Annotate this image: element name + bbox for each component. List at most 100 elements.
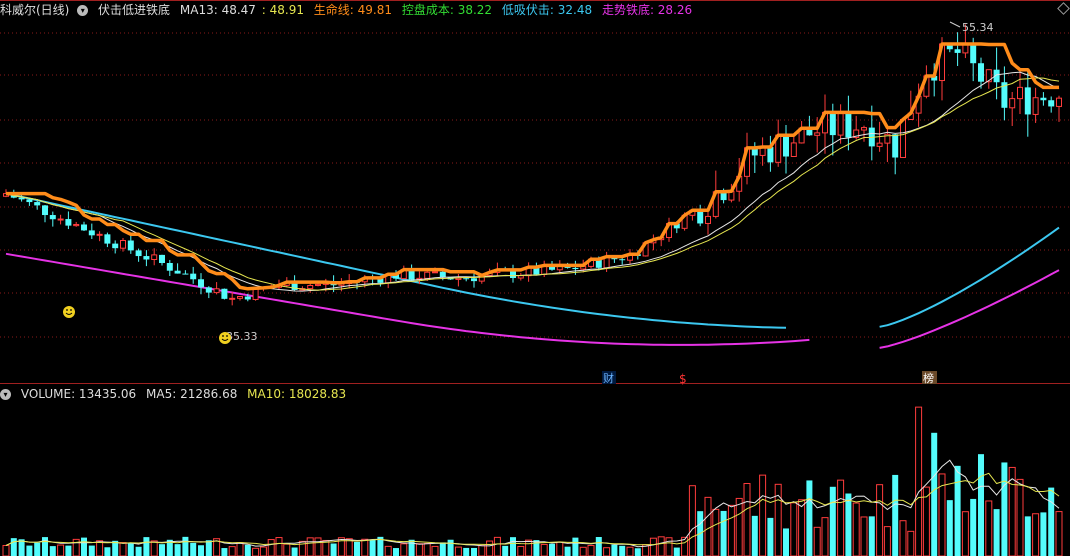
volume-bar[interactable] [1016,478,1024,556]
volume-bar[interactable] [2,544,10,556]
volume-bar[interactable] [471,547,477,556]
volume-bar[interactable] [688,485,696,556]
candle-body[interactable] [221,288,228,299]
volume-bar[interactable] [400,543,408,556]
candle-body[interactable] [892,134,899,158]
volume-bar[interactable] [704,496,712,556]
candle-body[interactable] [112,243,119,249]
volume-bar[interactable] [845,493,852,556]
volume-bar[interactable] [712,508,720,556]
candle-body[interactable] [619,259,626,261]
volume-bar[interactable] [821,517,829,556]
volume-bar[interactable] [572,537,579,556]
candle-body[interactable] [307,284,314,290]
candle-body[interactable] [814,132,821,136]
candle-body[interactable] [970,44,977,64]
candle-body[interactable] [42,205,48,216]
candle-body[interactable] [1009,98,1016,109]
volume-bar[interactable] [330,543,337,556]
volume-bar[interactable] [65,545,72,556]
volume-bar[interactable] [57,544,65,556]
candle-body[interactable] [81,224,87,231]
candle-body[interactable] [88,230,95,236]
candle-body[interactable] [96,233,103,236]
volume-bar[interactable] [478,545,486,556]
volume-bar[interactable] [384,545,392,556]
volume-bar[interactable] [540,543,548,556]
candle-body[interactable] [845,113,852,138]
volume-bar[interactable] [306,537,314,556]
candle-body[interactable] [26,199,33,203]
volume-bar[interactable] [720,510,727,556]
volume-bar[interactable] [1024,516,1031,556]
volume-bar[interactable] [81,537,87,556]
candle-body[interactable] [439,271,446,278]
volume-bar[interactable] [393,548,399,556]
volume-bar[interactable] [549,543,555,556]
volume-bar[interactable] [1040,512,1047,556]
volume-bar[interactable] [743,483,751,556]
candle-body[interactable] [572,267,579,270]
candle-body[interactable] [1040,97,1047,101]
volume-bar[interactable] [595,537,602,556]
candle-body[interactable] [463,278,470,280]
volume-bar[interactable] [198,545,204,556]
candle-body[interactable] [237,296,243,299]
volume-bar[interactable] [221,548,228,556]
volume-bar[interactable] [119,542,127,556]
candle-body[interactable] [182,273,189,275]
volume-bar[interactable] [1048,487,1055,556]
volume-bar[interactable] [150,540,158,556]
volume-bar[interactable] [267,539,275,556]
volume-bar[interactable] [314,537,322,556]
volume-bar[interactable] [978,454,984,556]
candle-body[interactable] [705,215,711,224]
volume-bar[interactable] [970,498,977,556]
candlesticks[interactable] [3,24,1062,306]
volume-bar[interactable] [345,538,353,556]
volume-bar[interactable] [649,537,657,556]
volume-bar[interactable] [517,545,525,556]
volume-bar[interactable] [135,546,142,556]
volume-bars[interactable] [2,406,1063,556]
candle-body[interactable] [229,297,236,300]
volume-bar[interactable] [806,480,813,556]
volume-bar[interactable] [790,502,798,556]
volume-bar[interactable] [228,546,236,556]
volume-bar[interactable] [603,547,611,556]
volume-bar[interactable] [611,544,618,556]
volume-bar[interactable] [587,544,595,556]
volume-bar[interactable] [510,537,516,556]
volume-bar[interactable] [252,547,260,556]
volume-bar[interactable] [946,500,953,556]
candle-body[interactable] [829,112,836,136]
volume-bar[interactable] [291,547,298,556]
volume-bar[interactable] [369,539,376,556]
candle-body[interactable] [65,219,72,226]
volume-bar[interactable] [735,497,743,556]
volume-bar[interactable] [798,499,806,556]
candle-body[interactable] [876,142,883,147]
volume-bar[interactable] [415,543,423,556]
volume-bar[interactable] [143,537,150,556]
candle-body[interactable] [424,271,431,279]
volume-bar[interactable] [159,544,165,556]
volume-bar[interactable] [665,537,673,556]
volume-bar[interactable] [361,538,369,556]
candle-body[interactable] [18,197,25,200]
candle-body[interactable] [432,271,438,274]
candle-body[interactable] [900,118,906,159]
volume-bar[interactable] [182,536,189,556]
volume-bar[interactable] [931,432,938,556]
volume-bar[interactable] [431,545,439,556]
volume-bar[interactable] [190,542,197,556]
volume-bar[interactable] [985,500,993,556]
volume-bar[interactable] [454,546,462,556]
candle-body[interactable] [49,215,56,220]
candle-body[interactable] [120,240,126,249]
candle-body[interactable] [1056,97,1062,107]
volume-bar[interactable] [619,545,626,556]
volume-bar[interactable] [883,526,891,556]
candle-body[interactable] [174,270,181,274]
candle-body[interactable] [213,288,220,294]
